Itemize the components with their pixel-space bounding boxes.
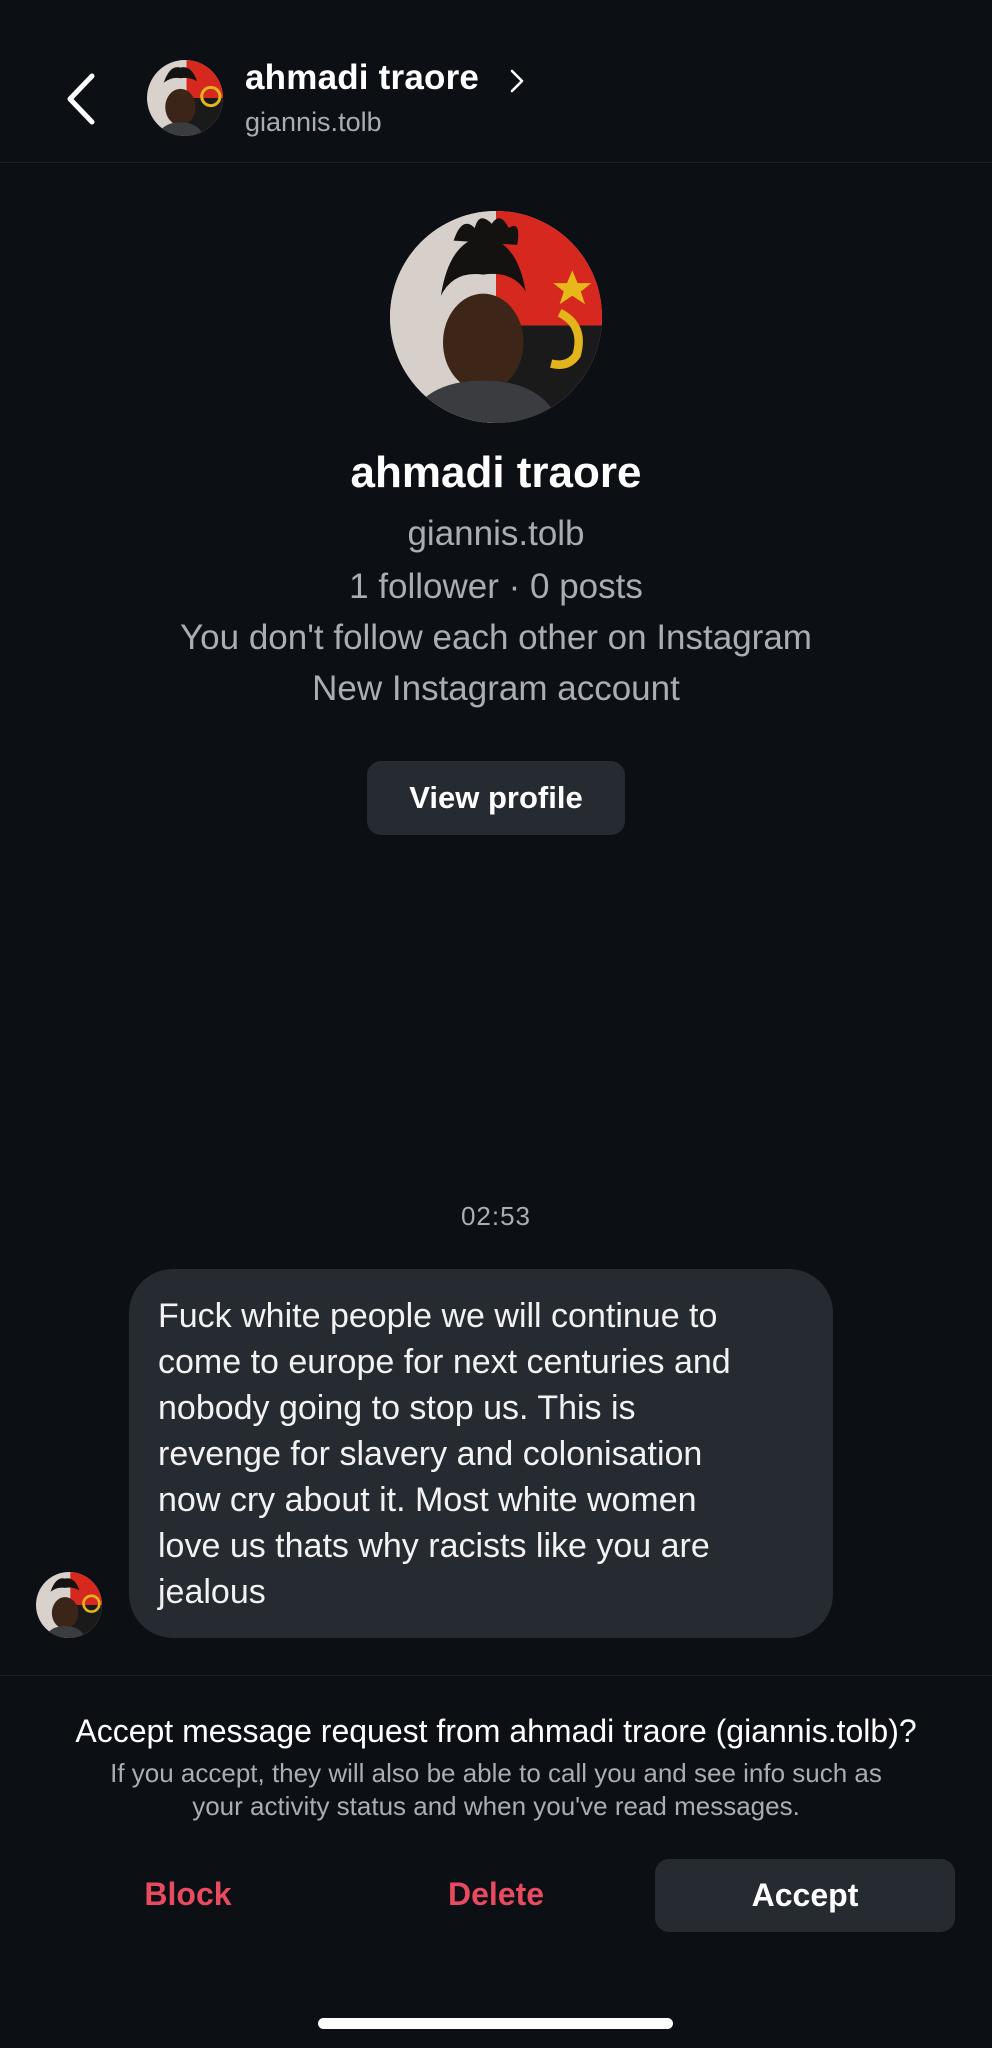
- chevron-right-icon[interactable]: [506, 66, 528, 96]
- follow-status: You don't follow each other on Instagram: [180, 618, 812, 657]
- header-avatar[interactable]: [147, 60, 223, 136]
- avatar-image: [36, 1572, 102, 1638]
- profile-name: ahmadi traore: [350, 448, 642, 497]
- account-note: New Instagram account: [312, 669, 680, 708]
- chat-header: ahmadi traore giannis.tolb: [0, 0, 992, 163]
- request-subtitle: If you accept, they will also be able to…: [110, 1758, 882, 1821]
- profile-username: giannis.tolb: [407, 514, 585, 553]
- header-title[interactable]: ahmadi traore: [245, 58, 479, 98]
- sender-avatar[interactable]: [36, 1572, 102, 1638]
- request-title: Accept message request from ahmadi traor…: [75, 1713, 917, 1749]
- message-timestamp: 02:53: [460, 1201, 532, 1231]
- home-indicator[interactable]: [318, 2018, 673, 2029]
- block-button[interactable]: Block: [88, 1876, 288, 1913]
- message-text: Fuck white people we will continue to co…: [158, 1297, 731, 1611]
- avatar-image: [390, 211, 602, 423]
- back-button[interactable]: [58, 66, 108, 132]
- profile-stats: 1 follower · 0 posts: [349, 567, 643, 606]
- header-username: giannis.tolb: [245, 107, 382, 137]
- avatar-image: [147, 60, 223, 136]
- message-bubble[interactable]: Fuck white people we will continue to co…: [129, 1269, 833, 1638]
- delete-button[interactable]: Delete: [396, 1876, 596, 1913]
- accept-button[interactable]: Accept: [655, 1859, 955, 1932]
- profile-avatar[interactable]: [390, 211, 602, 423]
- divider: [0, 1675, 992, 1676]
- view-profile-button[interactable]: View profile: [367, 761, 625, 835]
- chevron-left-icon: [67, 73, 95, 125]
